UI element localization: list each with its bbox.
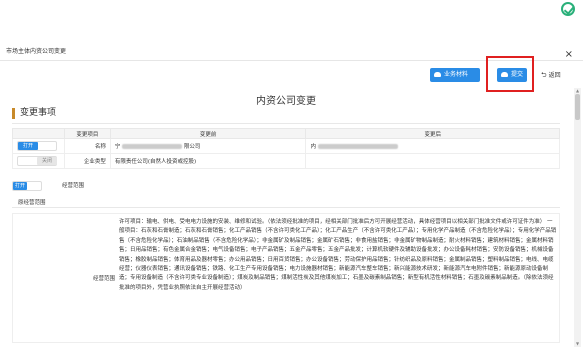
divider	[12, 123, 560, 124]
table-header-item: 变更项目	[63, 128, 111, 139]
section-title: 变更事项	[12, 108, 56, 119]
scope-label: 经营范围	[62, 183, 85, 189]
cloud-upload-icon	[434, 72, 441, 77]
table-header-row: 变更项目 变更前 变更后	[12, 128, 560, 139]
business-materials-label: 业务材料	[444, 71, 469, 78]
original-scope-heading: 原经营范围	[18, 200, 46, 206]
vertical-scrollbar[interactable]: ▲ ▼	[574, 88, 581, 347]
back-arrow-icon: ⮌	[541, 71, 547, 79]
table-row: 关闭 企业类型 有限责任公司(自然人投资或控股)	[12, 153, 560, 169]
redacted-text	[122, 144, 183, 149]
close-button[interactable]: ×	[565, 50, 573, 60]
item-cell: 名称	[63, 138, 111, 154]
scope-toggle-row: 打开 经营范围	[12, 180, 312, 192]
change-items-table: 变更项目 变更前 变更后 打开 名称 宁 限公司 内 关闭 企业类型 有限责任公…	[12, 128, 560, 169]
table-header-after: 变更后	[305, 128, 560, 139]
toggle-switch[interactable]: 打开	[12, 181, 42, 191]
toggle-label: 打开	[13, 182, 27, 190]
before-cell: 宁 限公司	[109, 138, 307, 154]
scroll-thumb[interactable]	[575, 94, 580, 120]
window-title: 市场主体内资公司变更	[6, 48, 67, 55]
scope-text: 许可项目：输电、供电、受电电力设施的安装、维修和试验。（依法须经批准的项目，经相…	[119, 219, 557, 291]
table-header-before: 变更前	[109, 128, 307, 139]
form-content: 内资公司变更 变更事项 变更项目 变更前 变更后 打开 名称 宁 限公司 内 关…	[0, 88, 572, 347]
before-cell: 有限责任公司(自然人投资或控股)	[109, 153, 307, 169]
table-header-toggle	[12, 128, 65, 139]
table-row: 打开 名称 宁 限公司 内	[12, 138, 560, 154]
toggle-cell: 打开	[12, 138, 65, 154]
before-text: 宁	[114, 144, 121, 150]
scope-table: 经营范围 许可项目：输电、供电、受电电力设施的安装、维修和试验。（依法须经批准的…	[12, 213, 560, 343]
back-button[interactable]: ⮌ 返回	[541, 70, 561, 82]
item-cell: 企业类型	[63, 153, 111, 169]
page-title: 内资公司变更	[256, 96, 316, 107]
after-text: 内	[310, 144, 316, 150]
top-strip	[0, 0, 583, 40]
after-cell: 内	[305, 138, 560, 154]
back-label: 返回	[548, 72, 561, 79]
check-circle-icon	[561, 2, 575, 16]
scroll-down-icon[interactable]: ▼	[574, 341, 581, 347]
business-materials-button[interactable]: 业务材料	[430, 68, 480, 82]
before-suffix: 限公司	[183, 144, 201, 150]
scope-row-label: 经营范围	[93, 276, 116, 282]
toggle-label: 打开	[18, 142, 38, 150]
toggle-label: 关闭	[37, 157, 57, 165]
after-cell	[305, 153, 560, 169]
divider	[12, 207, 560, 208]
toggle-switch[interactable]: 打开	[17, 141, 57, 151]
toggle-cell: 关闭	[12, 153, 65, 169]
redacted-text	[317, 144, 398, 149]
submit-highlight-box	[486, 56, 534, 92]
toggle-switch[interactable]: 关闭	[17, 156, 57, 166]
